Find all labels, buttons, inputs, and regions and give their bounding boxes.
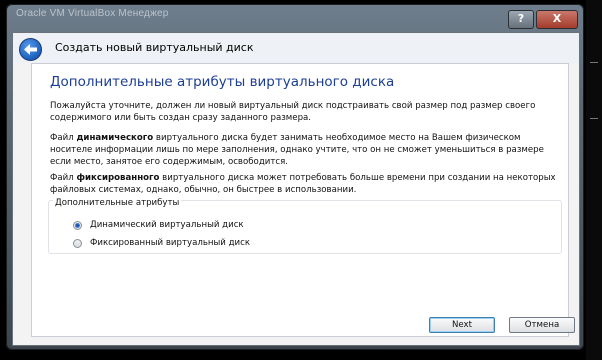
intro-paragraph: Пожалуйста уточните, должен ли новый вир… — [50, 101, 536, 123]
wizard-client: Создать новый виртуальный диск Дополните… — [12, 32, 580, 346]
radio-fixed-disk[interactable]: Фиксированный виртуальный диск — [73, 238, 250, 248]
fixed-desc-bold: фиксированного — [76, 173, 160, 183]
radio-button-unchecked[interactable] — [73, 238, 82, 248]
close-button[interactable]: X — [536, 10, 578, 29]
back-button[interactable] — [19, 38, 42, 61]
title-bar[interactable]: Oracle VM VirtualBox Менеджер ? X — [6, 4, 584, 30]
dynamic-description: Файл динамического виртуального диска бу… — [50, 132, 560, 168]
help-button[interactable]: ? — [508, 10, 534, 29]
radio-fixed-label[interactable]: Фиксированный виртуальный диск — [90, 238, 250, 248]
window-title: Oracle VM VirtualBox Менеджер — [16, 8, 169, 19]
fixed-desc-pre: Файл — [50, 173, 77, 183]
wizard-title: Создать новый виртуальный диск — [55, 41, 254, 54]
fixed-description: Файл фиксированного виртуального диска м… — [50, 172, 560, 196]
next-button[interactable]: Next — [429, 317, 495, 333]
dynamic-desc-bold: динамического — [76, 133, 154, 143]
dynamic-desc-pre: Файл — [50, 133, 77, 143]
background-strip — [586, 0, 602, 360]
radio-button-checked[interactable] — [73, 220, 82, 230]
arrow-left-icon — [24, 44, 37, 55]
group-label: Дополнительные атрибуты — [53, 198, 182, 208]
cancel-button[interactable]: Отмена — [509, 317, 575, 333]
dialog-window: Oracle VM VirtualBox Менеджер ? X Создат… — [6, 4, 584, 350]
radio-dynamic-disk[interactable]: Динамический виртуальный диск — [73, 220, 244, 230]
content-panel: Дополнительные атрибуты виртуального дис… — [31, 63, 569, 337]
attributes-group: Дополнительные атрибуты Динамический вир… — [48, 198, 562, 254]
background-mark — [590, 118, 598, 119]
background-mark — [590, 62, 598, 63]
wizard-header: Создать новый виртуальный диск — [13, 33, 579, 63]
page-title: Дополнительные атрибуты виртуального дис… — [50, 74, 395, 90]
radio-dynamic-label[interactable]: Динамический виртуальный диск — [90, 220, 244, 230]
